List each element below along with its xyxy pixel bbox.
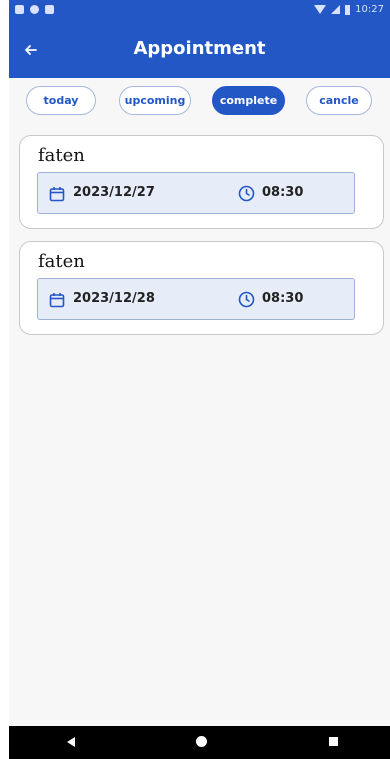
nav-home-icon[interactable] bbox=[196, 736, 207, 747]
appointment-time: 08:30 bbox=[262, 185, 304, 200]
notification-icon bbox=[15, 5, 24, 14]
patient-name: faten bbox=[38, 251, 85, 272]
appointment-card[interactable]: faten 2023/12/28 08:30 bbox=[19, 241, 384, 335]
tab-label: today bbox=[43, 94, 79, 107]
nav-recent-apps-icon[interactable] bbox=[329, 737, 338, 746]
tab-label: complete bbox=[219, 94, 278, 107]
tab-complete[interactable]: complete bbox=[212, 86, 285, 115]
appointment-info: 2023/12/27 08:30 bbox=[37, 172, 355, 214]
tab-cancle[interactable]: cancle bbox=[306, 86, 372, 115]
calendar-icon bbox=[49, 293, 65, 308]
signal-icon bbox=[331, 5, 341, 14]
tab-label: cancle bbox=[319, 94, 359, 107]
app-screen: 10:27 Appointment today upcoming complet… bbox=[9, 0, 390, 759]
tab-label: upcoming bbox=[124, 94, 186, 107]
page-title: Appointment bbox=[133, 38, 266, 59]
wifi-icon bbox=[314, 5, 327, 14]
appointment-date: 2023/12/28 bbox=[73, 291, 155, 306]
status-system-icons: 10:27 bbox=[314, 4, 384, 15]
clock-icon bbox=[238, 185, 255, 202]
tab-upcoming[interactable]: upcoming bbox=[119, 86, 191, 115]
notification-icon bbox=[30, 5, 39, 14]
calendar-icon bbox=[49, 187, 65, 202]
clock-icon bbox=[238, 291, 255, 308]
nav-back-icon[interactable] bbox=[67, 737, 75, 747]
status-notification-icons bbox=[15, 5, 54, 14]
status-time: 10:27 bbox=[355, 4, 384, 15]
appointment-date: 2023/12/27 bbox=[73, 185, 155, 200]
tab-today[interactable]: today bbox=[26, 86, 96, 115]
status-bar: 10:27 bbox=[9, 0, 390, 22]
appointment-info: 2023/12/28 08:30 bbox=[37, 278, 355, 320]
notification-icon bbox=[45, 5, 54, 14]
appointment-time: 08:30 bbox=[262, 291, 304, 306]
battery-icon bbox=[345, 4, 351, 15]
appointment-card[interactable]: faten 2023/12/27 08:30 bbox=[19, 135, 384, 229]
system-navigation-bar bbox=[9, 726, 390, 759]
patient-name: faten bbox=[38, 145, 85, 166]
app-bar: Appointment bbox=[9, 22, 390, 78]
status-tabs: today upcoming complete cancle bbox=[9, 86, 390, 118]
